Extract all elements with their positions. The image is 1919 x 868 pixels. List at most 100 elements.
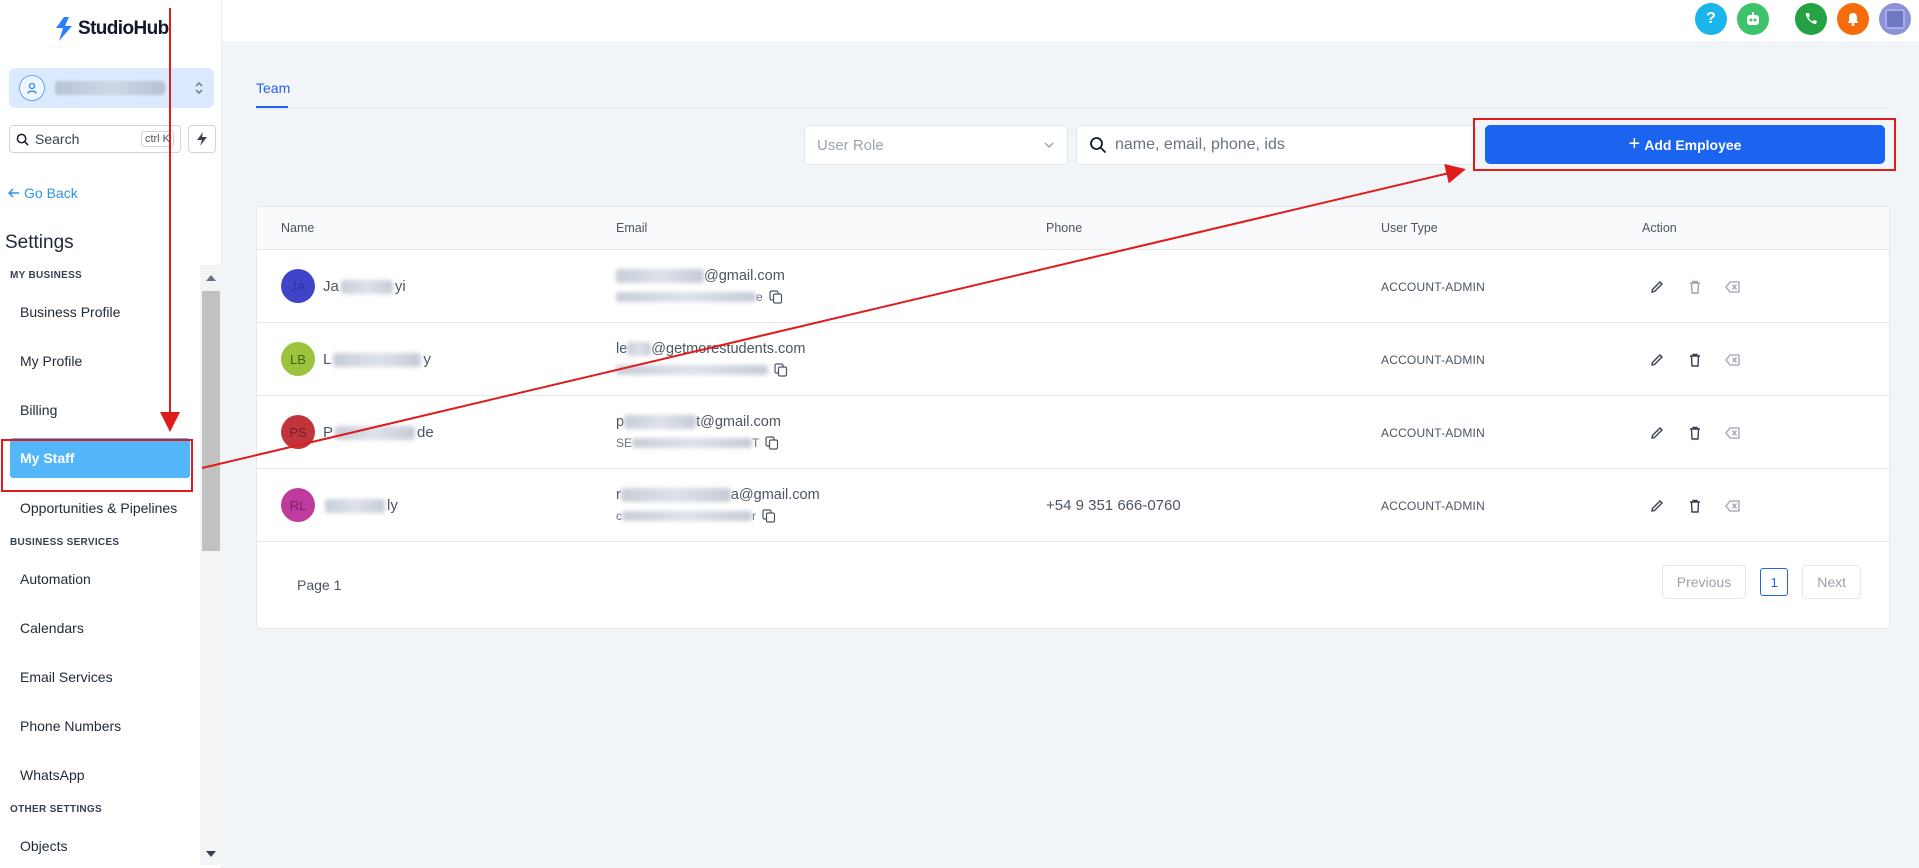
brand-name: StudioHub bbox=[78, 18, 169, 39]
section-my-business: MY BUSINESS bbox=[10, 270, 83, 281]
edit-icon[interactable] bbox=[1647, 423, 1667, 443]
copy-icon[interactable] bbox=[762, 509, 776, 523]
notifications-icon[interactable] bbox=[1837, 3, 1869, 35]
row-actions bbox=[1647, 350, 1743, 370]
team-table: Name Email Phone User Type Action JA Ja y… bbox=[256, 206, 1890, 629]
employee-name[interactable]: Ja yi bbox=[323, 278, 406, 295]
ai-bot-icon[interactable] bbox=[1737, 3, 1769, 35]
avatar: RL bbox=[281, 488, 315, 522]
sidebar-search[interactable]: Search ctrl K bbox=[9, 125, 181, 153]
deactivate-icon[interactable] bbox=[1723, 496, 1743, 516]
studiohub-logo[interactable]: StudioHub bbox=[54, 16, 169, 42]
employee-id bbox=[616, 363, 788, 377]
nav-automation[interactable]: Automation bbox=[0, 554, 200, 603]
nav-whatsapp[interactable]: WhatsApp bbox=[0, 750, 200, 799]
employee-user-type: ACCOUNT-ADMIN bbox=[1381, 499, 1485, 513]
section-business-services: BUSINESS SERVICES bbox=[10, 537, 120, 548]
phone-icon[interactable] bbox=[1795, 3, 1827, 35]
user-role-select[interactable]: User Role bbox=[804, 125, 1068, 165]
avatar: JA bbox=[281, 269, 315, 303]
nav-my-staff[interactable]: My Staff bbox=[10, 438, 190, 478]
row-actions bbox=[1647, 277, 1743, 297]
nav-objects[interactable]: Objects bbox=[0, 821, 200, 868]
avatar: LB bbox=[281, 342, 315, 376]
nav-my-profile[interactable]: My Profile bbox=[0, 336, 200, 385]
scroll-down-arrow-icon[interactable] bbox=[206, 851, 216, 857]
table-row: LB Ly le @getmorestudents.com ACCOUNT-ADM… bbox=[257, 323, 1889, 396]
arrow-left-icon bbox=[8, 188, 19, 198]
tab-divider bbox=[256, 108, 1890, 109]
search-placeholder: name, email, phone, ids bbox=[1115, 136, 1285, 153]
scroll-thumb[interactable] bbox=[202, 291, 220, 551]
nav-opportunities-pipelines[interactable]: Opportunities & Pipelines bbox=[0, 483, 200, 532]
employee-user-type: ACCOUNT-ADMIN bbox=[1381, 426, 1485, 440]
employee-phone: +54 9 351 666-0760 bbox=[1046, 497, 1181, 514]
user-role-placeholder: User Role bbox=[817, 136, 884, 154]
nav-business-profile[interactable]: Business Profile bbox=[0, 287, 200, 336]
deactivate-icon[interactable] bbox=[1723, 423, 1743, 443]
nav-email-services[interactable]: Email Services bbox=[0, 652, 200, 701]
chevron-updown-icon bbox=[195, 82, 203, 94]
settings-nav: MY BUSINESS Business Profile My Profile … bbox=[0, 265, 200, 868]
add-employee-label: Add Employee bbox=[1644, 136, 1742, 153]
go-back-label: Go Back bbox=[24, 185, 78, 201]
page-number-button[interactable]: 1 bbox=[1760, 568, 1789, 596]
edit-icon[interactable] bbox=[1647, 350, 1667, 370]
copy-icon[interactable] bbox=[769, 290, 783, 304]
pagination: Previous 1 Next bbox=[1661, 565, 1861, 599]
table-row: JA Ja yi @gmail.com e ACCOUNT-ADMIN bbox=[257, 250, 1889, 323]
copy-icon[interactable] bbox=[774, 363, 788, 377]
col-user-type: User Type bbox=[1381, 221, 1438, 235]
search-icon bbox=[1090, 137, 1107, 154]
employee-search-input[interactable]: name, email, phone, ids bbox=[1076, 125, 1476, 165]
go-back-link[interactable]: Go Back bbox=[8, 185, 78, 201]
delete-icon[interactable] bbox=[1685, 496, 1705, 516]
search-icon bbox=[16, 133, 29, 146]
row-actions bbox=[1647, 496, 1743, 516]
nav-phone-numbers[interactable]: Phone Numbers bbox=[0, 701, 200, 750]
employee-email: le @getmorestudents.com bbox=[616, 341, 806, 357]
search-shortcut: ctrl K bbox=[140, 131, 174, 147]
delete-icon[interactable] bbox=[1685, 423, 1705, 443]
employee-user-type: ACCOUNT-ADMIN bbox=[1381, 353, 1485, 367]
account-switcher[interactable] bbox=[9, 68, 214, 108]
table-row: RL ly r a@gmail.com cr +54 9 351 666-0760… bbox=[257, 469, 1889, 542]
section-other-settings: OTHER SETTINGS bbox=[10, 804, 102, 815]
quick-actions-button[interactable] bbox=[188, 125, 216, 153]
nav-billing[interactable]: Billing bbox=[0, 385, 200, 434]
logo-mark-icon bbox=[56, 17, 72, 41]
previous-page-button[interactable]: Previous bbox=[1661, 565, 1747, 599]
employee-email: @gmail.com bbox=[616, 268, 785, 284]
nav-calendars[interactable]: Calendars bbox=[0, 603, 200, 652]
account-name-redacted bbox=[55, 81, 165, 95]
delete-icon[interactable] bbox=[1685, 277, 1705, 297]
plus-icon: + bbox=[1628, 132, 1641, 155]
sidebar: StudioHub Search ctrl K Go Back Settings… bbox=[0, 0, 222, 868]
next-page-button[interactable]: Next bbox=[1802, 565, 1861, 599]
employee-name[interactable]: ly bbox=[323, 497, 398, 514]
row-actions bbox=[1647, 423, 1743, 443]
table-row: PS Pde p t@gmail.com SE T ACCOUNT-ADMIN bbox=[257, 396, 1889, 469]
col-name: Name bbox=[281, 221, 315, 235]
copy-icon[interactable] bbox=[765, 436, 779, 450]
scroll-up-arrow-icon[interactable] bbox=[206, 275, 216, 281]
chevron-down-icon bbox=[1044, 142, 1054, 149]
add-employee-button[interactable]: + Add Employee bbox=[1485, 125, 1885, 164]
delete-icon[interactable] bbox=[1685, 350, 1705, 370]
tab-team[interactable]: Team bbox=[256, 80, 290, 96]
help-icon[interactable]: ? bbox=[1695, 3, 1727, 35]
edit-icon[interactable] bbox=[1647, 277, 1667, 297]
top-icons: ? bbox=[1695, 3, 1911, 35]
employee-name[interactable]: Ly bbox=[323, 351, 431, 368]
col-action: Action bbox=[1642, 221, 1677, 235]
deactivate-icon[interactable] bbox=[1723, 350, 1743, 370]
col-email: Email bbox=[616, 221, 648, 235]
search-label: Search bbox=[35, 131, 80, 147]
sidebar-scrollbar[interactable] bbox=[200, 265, 222, 865]
employee-name[interactable]: Pde bbox=[323, 424, 434, 441]
user-avatar-icon[interactable] bbox=[1879, 3, 1911, 35]
deactivate-icon[interactable] bbox=[1723, 277, 1743, 297]
edit-icon[interactable] bbox=[1647, 496, 1667, 516]
bolt-icon bbox=[197, 132, 207, 146]
employee-email: p t@gmail.com bbox=[616, 414, 781, 430]
